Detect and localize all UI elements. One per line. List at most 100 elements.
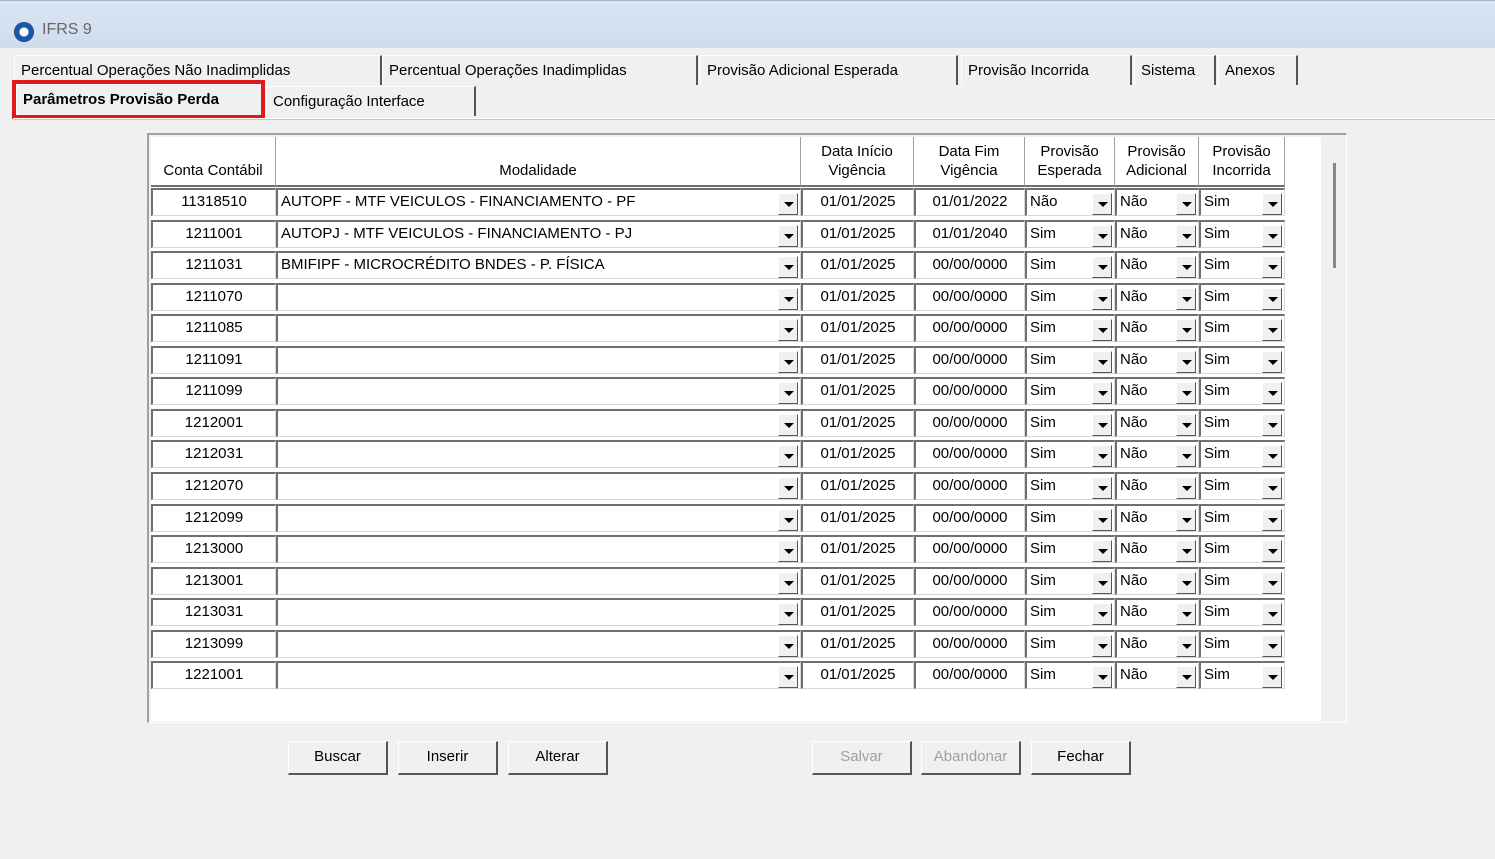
- dropdown-arrow-icon[interactable]: [778, 319, 798, 341]
- cell-provisao-adicional[interactable]: Não: [1115, 440, 1199, 468]
- cell-data-inicio[interactable]: 01/01/2025: [801, 598, 914, 626]
- cell-data-fim[interactable]: 00/00/0000: [914, 346, 1025, 374]
- dropdown-arrow-icon[interactable]: [1262, 319, 1282, 341]
- dropdown-arrow-icon[interactable]: [1262, 193, 1282, 215]
- cell-data-inicio[interactable]: 01/01/2025: [801, 630, 914, 658]
- dropdown-arrow-icon[interactable]: [1262, 540, 1282, 562]
- fechar-button[interactable]: Fechar: [1031, 741, 1131, 775]
- dropdown-arrow-icon[interactable]: [1262, 414, 1282, 436]
- cell-provisao-incorrida[interactable]: Sim: [1199, 440, 1285, 468]
- cell-data-fim[interactable]: 00/00/0000: [914, 504, 1025, 532]
- dropdown-arrow-icon[interactable]: [1176, 351, 1196, 373]
- cell-data-inicio[interactable]: 01/01/2025: [801, 188, 914, 216]
- inserir-button[interactable]: Inserir: [398, 741, 498, 775]
- cell-data-fim[interactable]: 00/00/0000: [914, 314, 1025, 342]
- cell-provisao-incorrida[interactable]: Sim: [1199, 346, 1285, 374]
- cell-data-inicio[interactable]: 01/01/2025: [801, 409, 914, 437]
- cell-provisao-esperada[interactable]: Sim: [1025, 440, 1115, 468]
- salvar-button[interactable]: Salvar: [812, 741, 912, 775]
- dropdown-arrow-icon[interactable]: [1262, 445, 1282, 467]
- dropdown-arrow-icon[interactable]: [1176, 193, 1196, 215]
- dropdown-arrow-icon[interactable]: [778, 193, 798, 215]
- cell-data-inicio[interactable]: 01/01/2025: [801, 377, 914, 405]
- cell-provisao-esperada[interactable]: Sim: [1025, 535, 1115, 563]
- dropdown-arrow-icon[interactable]: [1092, 509, 1112, 531]
- cell-modalidade[interactable]: [276, 567, 801, 595]
- cell-provisao-esperada[interactable]: Sim: [1025, 409, 1115, 437]
- cell-provisao-incorrida[interactable]: Sim: [1199, 504, 1285, 532]
- cell-provisao-esperada[interactable]: Sim: [1025, 314, 1115, 342]
- dropdown-arrow-icon[interactable]: [1262, 256, 1282, 278]
- cell-modalidade[interactable]: [276, 377, 801, 405]
- cell-modalidade[interactable]: [276, 504, 801, 532]
- dropdown-arrow-icon[interactable]: [1092, 477, 1112, 499]
- cell-provisao-incorrida[interactable]: Sim: [1199, 188, 1285, 216]
- dropdown-arrow-icon[interactable]: [778, 288, 798, 310]
- dropdown-arrow-icon[interactable]: [1262, 288, 1282, 310]
- dropdown-arrow-icon[interactable]: [1176, 477, 1196, 499]
- cell-conta-contabil[interactable]: 1212099: [151, 504, 276, 532]
- dropdown-arrow-icon[interactable]: [1262, 509, 1282, 531]
- cell-modalidade[interactable]: [276, 630, 801, 658]
- dropdown-arrow-icon[interactable]: [1092, 319, 1112, 341]
- cell-conta-contabil[interactable]: 1213099: [151, 630, 276, 658]
- cell-conta-contabil[interactable]: 1211031: [151, 251, 276, 279]
- cell-provisao-esperada[interactable]: Sim: [1025, 567, 1115, 595]
- cell-provisao-incorrida[interactable]: Sim: [1199, 535, 1285, 563]
- cell-conta-contabil[interactable]: 1211099: [151, 377, 276, 405]
- cell-provisao-incorrida[interactable]: Sim: [1199, 472, 1285, 500]
- cell-data-inicio[interactable]: 01/01/2025: [801, 283, 914, 311]
- dropdown-arrow-icon[interactable]: [1176, 666, 1196, 688]
- cell-data-fim[interactable]: 00/00/0000: [914, 440, 1025, 468]
- cell-conta-contabil[interactable]: 1213000: [151, 535, 276, 563]
- cell-provisao-esperada[interactable]: Sim: [1025, 472, 1115, 500]
- dropdown-arrow-icon[interactable]: [1262, 382, 1282, 404]
- dropdown-arrow-icon[interactable]: [1092, 225, 1112, 247]
- cell-provisao-esperada[interactable]: Não: [1025, 188, 1115, 216]
- cell-provisao-adicional[interactable]: Não: [1115, 220, 1199, 248]
- cell-provisao-esperada[interactable]: Sim: [1025, 283, 1115, 311]
- tab-provisao-adicional-esperada[interactable]: Provisão Adicional Esperada: [700, 55, 958, 85]
- cell-provisao-incorrida[interactable]: Sim: [1199, 661, 1285, 689]
- cell-data-inicio[interactable]: 01/01/2025: [801, 567, 914, 595]
- tab-anexos[interactable]: Anexos: [1218, 55, 1298, 85]
- cell-provisao-esperada[interactable]: Sim: [1025, 630, 1115, 658]
- cell-provisao-incorrida[interactable]: Sim: [1199, 220, 1285, 248]
- tab-configuracao-interface[interactable]: Configuração Interface: [266, 86, 476, 116]
- cell-provisao-adicional[interactable]: Não: [1115, 188, 1199, 216]
- dropdown-arrow-icon[interactable]: [1092, 635, 1112, 657]
- cell-provisao-esperada[interactable]: Sim: [1025, 251, 1115, 279]
- cell-data-inicio[interactable]: 01/01/2025: [801, 314, 914, 342]
- cell-provisao-incorrida[interactable]: Sim: [1199, 409, 1285, 437]
- tab-provisao-incorrida[interactable]: Provisão Incorrida: [961, 55, 1132, 85]
- cell-conta-contabil[interactable]: 1213001: [151, 567, 276, 595]
- dropdown-arrow-icon[interactable]: [778, 225, 798, 247]
- dropdown-arrow-icon[interactable]: [1092, 540, 1112, 562]
- cell-data-fim[interactable]: 00/00/0000: [914, 598, 1025, 626]
- cell-provisao-esperada[interactable]: Sim: [1025, 377, 1115, 405]
- cell-data-fim[interactable]: 00/00/0000: [914, 377, 1025, 405]
- cell-provisao-adicional[interactable]: Não: [1115, 535, 1199, 563]
- dropdown-arrow-icon[interactable]: [1176, 445, 1196, 467]
- cell-data-inicio[interactable]: 01/01/2025: [801, 504, 914, 532]
- cell-conta-contabil[interactable]: 1212001: [151, 409, 276, 437]
- cell-provisao-incorrida[interactable]: Sim: [1199, 567, 1285, 595]
- cell-modalidade[interactable]: [276, 598, 801, 626]
- cell-provisao-adicional[interactable]: Não: [1115, 377, 1199, 405]
- dropdown-arrow-icon[interactable]: [1092, 288, 1112, 310]
- dropdown-arrow-icon[interactable]: [1176, 288, 1196, 310]
- cell-provisao-adicional[interactable]: Não: [1115, 630, 1199, 658]
- cell-conta-contabil[interactable]: 1211085: [151, 314, 276, 342]
- dropdown-arrow-icon[interactable]: [1176, 572, 1196, 594]
- cell-data-fim[interactable]: 00/00/0000: [914, 409, 1025, 437]
- dropdown-arrow-icon[interactable]: [1262, 351, 1282, 373]
- cell-data-fim[interactable]: 00/00/0000: [914, 283, 1025, 311]
- dropdown-arrow-icon[interactable]: [1092, 382, 1112, 404]
- cell-data-fim[interactable]: 00/00/0000: [914, 251, 1025, 279]
- dropdown-arrow-icon[interactable]: [1092, 445, 1112, 467]
- dropdown-arrow-icon[interactable]: [1092, 572, 1112, 594]
- dropdown-arrow-icon[interactable]: [778, 351, 798, 373]
- dropdown-arrow-icon[interactable]: [1262, 635, 1282, 657]
- cell-provisao-adicional[interactable]: Não: [1115, 504, 1199, 532]
- vertical-scrollbar[interactable]: [1333, 163, 1336, 268]
